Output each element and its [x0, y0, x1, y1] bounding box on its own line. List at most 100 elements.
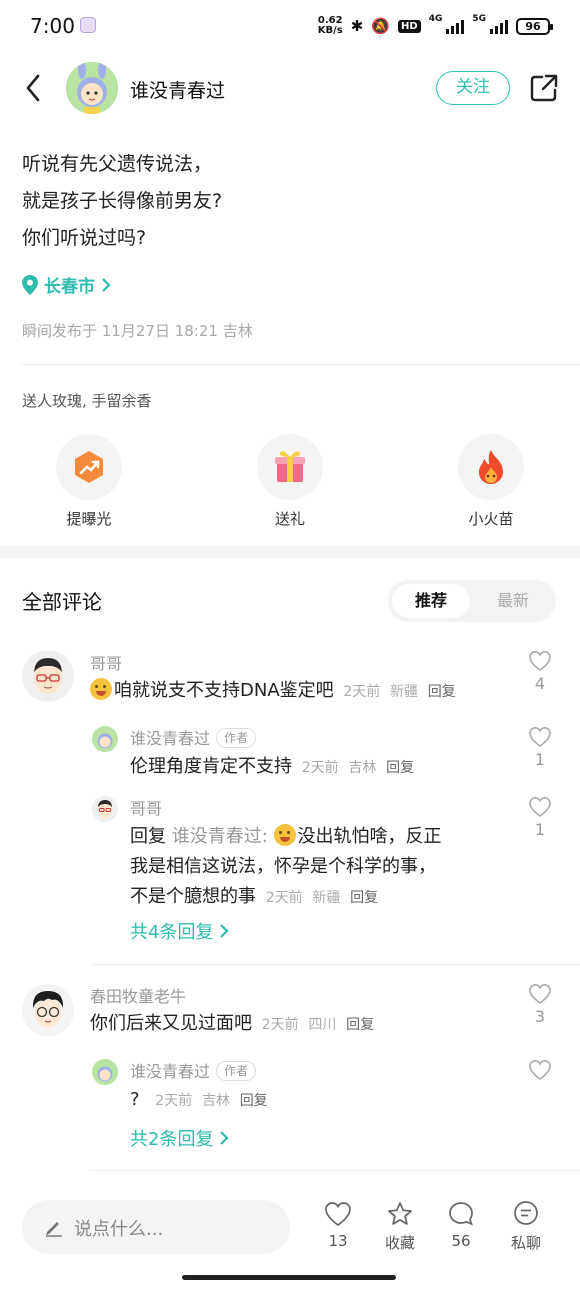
reply-button[interactable]: 回复 — [350, 890, 378, 906]
divider — [22, 364, 580, 365]
send-gift-label: 送礼 — [274, 510, 305, 528]
network-speed-unit: KB/s — [317, 25, 343, 36]
back-button[interactable] — [20, 70, 48, 106]
reply-time: 2天前 — [265, 890, 303, 906]
private-chat-label: 私聊 — [510, 1234, 541, 1252]
reply-region: 新疆 — [312, 890, 341, 906]
boost-button[interactable]: 提曝光 — [39, 434, 139, 529]
collect-button[interactable]: 收藏 — [372, 1200, 428, 1253]
bunny-girl-avatar-icon — [92, 726, 118, 752]
reply-text-row: ? 2天前 吉林 回复 — [130, 1085, 268, 1116]
boy-glasses-avatar-icon — [22, 984, 74, 1036]
reply-button[interactable]: 回复 — [428, 684, 456, 700]
reply-button[interactable]: 回复 — [386, 760, 414, 776]
reply-avatar[interactable] — [92, 1059, 118, 1085]
like-count: 13 — [328, 1232, 348, 1250]
reply-name[interactable]: 谁没青春过 — [130, 1062, 210, 1081]
reply-like-button[interactable] — [525, 1059, 555, 1081]
send-gift-button[interactable]: 送礼 — [240, 434, 340, 529]
reply-text-block: 回复 谁没青春过: 没出轨怕啥，反正 我是相信这说法，怀孕是个科学的事， 不是个… — [130, 822, 510, 913]
reply-button[interactable]: 回复 — [240, 1093, 268, 1109]
reply-name[interactable]: 谁没青春过 — [130, 729, 210, 748]
mute-icon: 🔕 — [371, 17, 391, 35]
back-arrow-icon — [26, 74, 40, 102]
signal-icon — [446, 18, 465, 34]
comment-like-button[interactable]: 4 — [525, 650, 555, 693]
reply-button[interactable]: 回复 — [346, 1017, 374, 1033]
share-button[interactable] — [528, 72, 560, 104]
reply-avatar[interactable] — [92, 796, 118, 822]
comment-region: 新疆 — [390, 684, 419, 700]
flame-icon-container — [458, 434, 524, 500]
location-label: 长春市 — [44, 277, 95, 297]
flame-button[interactable]: 小火苗 — [441, 434, 541, 529]
location-link[interactable]: 长春市 — [22, 272, 111, 297]
sort-latest-tab[interactable]: 最新 — [474, 584, 552, 618]
flame-icon — [479, 450, 503, 484]
heart-outline-icon — [529, 983, 551, 1004]
status-icons: 0.62 KB/s ✱ 🔕 HD 4G 5G 96 — [318, 14, 553, 38]
private-chat-button[interactable]: 私聊 — [498, 1200, 554, 1253]
reply-like-button[interactable]: 1 — [525, 796, 555, 839]
home-indicator[interactable] — [182, 1275, 396, 1280]
boost-icon — [75, 451, 103, 483]
pen-icon — [46, 1222, 62, 1237]
reply-prefix: 回复 — [130, 826, 166, 847]
comment-text-row: 咱就说支不支持DNA鉴定吧 2天前 新疆 回复 — [90, 676, 456, 707]
boost-label: 提曝光 — [66, 510, 112, 528]
sort-recommended-tab[interactable]: 推荐 — [392, 584, 470, 618]
status-bar: 7:00 0.62 KB/s ✱ 🔕 HD 4G 5G 96 — [0, 0, 580, 52]
comment-text: 咱就说支不支持DNA鉴定吧 — [114, 680, 334, 701]
reply-text-3: 不是个臆想的事 — [130, 886, 256, 907]
comment-bubble-icon — [449, 1202, 473, 1226]
bluetooth-icon: ✱ — [350, 17, 364, 35]
reply-time: 2天前 — [301, 760, 339, 776]
more-replies-link[interactable]: 共4条回复 — [130, 918, 229, 944]
heart-outline-icon — [325, 1202, 351, 1227]
commenter-name[interactable]: 春田牧童老牛 — [90, 983, 186, 1007]
bunny-girl-avatar-icon — [92, 1059, 118, 1085]
man-glasses-avatar-icon — [92, 796, 118, 822]
reply-text-line: 回复 谁没青春过: 没出轨怕啥，反正 — [130, 822, 510, 852]
quoted-user[interactable]: 谁没青春过: — [172, 826, 268, 847]
like-post-button[interactable]: 13 — [310, 1200, 366, 1250]
reply-text-line: 不是个臆想的事 2天前 新疆 回复 — [130, 882, 510, 913]
more-replies-link[interactable]: 共2条回复 — [130, 1125, 229, 1151]
reply-time: 2天前 — [155, 1093, 193, 1109]
reply-like-button[interactable]: 1 — [525, 726, 555, 769]
more-replies-label: 共4条回复 — [130, 922, 214, 943]
status-time: 7:00 — [30, 14, 75, 38]
reply-text-1: 没出轨怕啥，反正 — [297, 826, 442, 847]
comment-like-button[interactable]: 3 — [525, 983, 555, 1026]
star-outline-icon — [388, 1202, 412, 1225]
reply-text: 伦理角度肯定不支持 — [130, 756, 292, 777]
comment-text-row: 你们后来又见过面吧 2天前 四川 回复 — [90, 1009, 374, 1040]
comment-text: 你们后来又见过面吧 — [90, 1013, 252, 1034]
chevron-right-icon — [220, 1131, 229, 1145]
author-name[interactable]: 谁没青春过 — [130, 76, 225, 103]
post-header: 谁没青春过 关注 — [0, 52, 580, 124]
follow-button[interactable]: 关注 — [436, 71, 510, 105]
comment-button[interactable]: 56 — [433, 1200, 489, 1250]
reply-region: 吉林 — [201, 1093, 230, 1109]
comment-input[interactable]: 说点什么... — [22, 1200, 290, 1254]
post-line: 听说有先父遗传说法， — [22, 153, 213, 175]
network-type-4g: 4G — [428, 14, 443, 24]
app-notification-icon — [80, 17, 96, 33]
reply-avatar[interactable] — [92, 726, 118, 752]
collect-label: 收藏 — [384, 1234, 415, 1252]
network-speed: 0.62 KB/s — [318, 16, 343, 36]
author-avatar[interactable] — [66, 62, 118, 114]
gift-icon-container — [257, 434, 323, 500]
like-count: 3 — [534, 1007, 546, 1026]
commenter-avatar[interactable] — [22, 650, 74, 702]
post-line: 你们听说过吗? — [22, 227, 147, 249]
hd-icon: HD — [398, 19, 421, 33]
reply-name[interactable]: 哥哥 — [130, 795, 162, 819]
commenter-avatar[interactable] — [22, 984, 74, 1036]
comment-divider — [90, 964, 580, 965]
battery-icon: 96 — [516, 17, 553, 35]
commenter-name[interactable]: 哥哥 — [90, 650, 122, 674]
heart-outline-icon — [529, 1059, 551, 1080]
network-type-5g: 5G — [472, 14, 486, 24]
